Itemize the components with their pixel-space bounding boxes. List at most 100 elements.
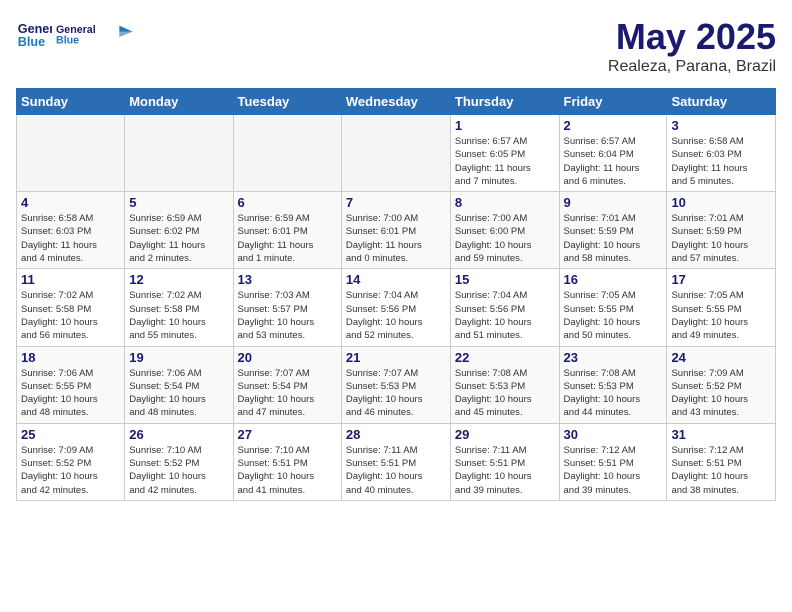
day-number: 1 bbox=[455, 118, 555, 133]
day-info: Sunrise: 7:08 AM Sunset: 5:53 PM Dayligh… bbox=[564, 367, 663, 420]
calendar-cell: 17 Sunrise: 7:05 AM Sunset: 5:55 PM Dayli… bbox=[667, 269, 776, 346]
day-number: 14 bbox=[346, 272, 446, 287]
day-info: Sunrise: 7:07 AM Sunset: 5:53 PM Dayligh… bbox=[346, 367, 446, 420]
day-info: Sunrise: 7:00 AM Sunset: 6:01 PM Dayligh… bbox=[346, 212, 446, 265]
calendar-cell: 15 Sunrise: 7:04 AM Sunset: 5:56 PM Dayli… bbox=[450, 269, 559, 346]
location: Realeza, Parana, Brazil bbox=[608, 58, 776, 76]
weekday-header-monday: Monday bbox=[125, 89, 233, 115]
calendar-cell: 13 Sunrise: 7:03 AM Sunset: 5:57 PM Dayli… bbox=[233, 269, 341, 346]
day-info: Sunrise: 6:59 AM Sunset: 6:02 PM Dayligh… bbox=[129, 212, 228, 265]
day-info: Sunrise: 7:05 AM Sunset: 5:55 PM Dayligh… bbox=[564, 289, 663, 342]
day-info: Sunrise: 7:06 AM Sunset: 5:54 PM Dayligh… bbox=[129, 367, 228, 420]
weekday-header-sunday: Sunday bbox=[17, 89, 125, 115]
day-info: Sunrise: 7:02 AM Sunset: 5:58 PM Dayligh… bbox=[21, 289, 120, 342]
calendar-cell: 16 Sunrise: 7:05 AM Sunset: 5:55 PM Dayli… bbox=[559, 269, 667, 346]
svg-text:Blue: Blue bbox=[18, 35, 45, 49]
day-number: 19 bbox=[129, 350, 228, 365]
day-number: 21 bbox=[346, 350, 446, 365]
day-number: 3 bbox=[671, 118, 771, 133]
calendar-cell: 3 Sunrise: 6:58 AM Sunset: 6:03 PM Daylig… bbox=[667, 115, 776, 192]
day-info: Sunrise: 6:58 AM Sunset: 6:03 PM Dayligh… bbox=[671, 135, 771, 188]
calendar-cell: 8 Sunrise: 7:00 AM Sunset: 6:00 PM Daylig… bbox=[450, 192, 559, 269]
day-info: Sunrise: 7:00 AM Sunset: 6:00 PM Dayligh… bbox=[455, 212, 555, 265]
day-info: Sunrise: 7:02 AM Sunset: 5:58 PM Dayligh… bbox=[129, 289, 228, 342]
day-number: 22 bbox=[455, 350, 555, 365]
day-info: Sunrise: 7:09 AM Sunset: 5:52 PM Dayligh… bbox=[21, 444, 120, 497]
day-number: 7 bbox=[346, 195, 446, 210]
day-number: 23 bbox=[564, 350, 663, 365]
calendar-cell: 23 Sunrise: 7:08 AM Sunset: 5:53 PM Dayli… bbox=[559, 346, 667, 423]
calendar-cell: 9Sunrise: 7:01 AM Sunset: 5:59 PM Daylig… bbox=[559, 192, 667, 269]
day-number: 16 bbox=[564, 272, 663, 287]
day-number: 15 bbox=[455, 272, 555, 287]
weekday-header-saturday: Saturday bbox=[667, 89, 776, 115]
day-number: 28 bbox=[346, 427, 446, 442]
calendar-cell: 31 Sunrise: 7:12 AM Sunset: 5:51 PM Dayli… bbox=[667, 423, 776, 500]
calendar-week-3: 11 Sunrise: 7:02 AM Sunset: 5:58 PM Dayli… bbox=[17, 269, 776, 346]
day-number: 12 bbox=[129, 272, 228, 287]
calendar-cell: 29 Sunrise: 7:11 AM Sunset: 5:51 PM Dayli… bbox=[450, 423, 559, 500]
day-number: 27 bbox=[238, 427, 337, 442]
day-info: Sunrise: 7:12 AM Sunset: 5:51 PM Dayligh… bbox=[564, 444, 663, 497]
day-number: 25 bbox=[21, 427, 120, 442]
day-info: Sunrise: 7:10 AM Sunset: 5:52 PM Dayligh… bbox=[129, 444, 228, 497]
weekday-header-row: SundayMondayTuesdayWednesdayThursdayFrid… bbox=[17, 89, 776, 115]
day-info: Sunrise: 7:03 AM Sunset: 5:57 PM Dayligh… bbox=[238, 289, 337, 342]
day-info: Sunrise: 7:11 AM Sunset: 5:51 PM Dayligh… bbox=[455, 444, 555, 497]
day-number: 29 bbox=[455, 427, 555, 442]
calendar-cell: 26 Sunrise: 7:10 AM Sunset: 5:52 PM Dayli… bbox=[125, 423, 233, 500]
calendar-cell: 11 Sunrise: 7:02 AM Sunset: 5:58 PM Dayli… bbox=[17, 269, 125, 346]
day-info: Sunrise: 6:59 AM Sunset: 6:01 PM Dayligh… bbox=[238, 212, 337, 265]
calendar-cell: 4Sunrise: 6:58 AM Sunset: 6:03 PM Daylig… bbox=[17, 192, 125, 269]
calendar-cell: 20Sunrise: 7:07 AM Sunset: 5:54 PM Dayli… bbox=[233, 346, 341, 423]
day-info: Sunrise: 7:04 AM Sunset: 5:56 PM Dayligh… bbox=[346, 289, 446, 342]
day-info: Sunrise: 7:05 AM Sunset: 5:55 PM Dayligh… bbox=[671, 289, 771, 342]
day-info: Sunrise: 6:57 AM Sunset: 6:05 PM Dayligh… bbox=[455, 135, 555, 188]
day-info: Sunrise: 7:11 AM Sunset: 5:51 PM Dayligh… bbox=[346, 444, 446, 497]
day-info: Sunrise: 7:07 AM Sunset: 5:54 PM Dayligh… bbox=[238, 367, 337, 420]
calendar-week-2: 4Sunrise: 6:58 AM Sunset: 6:03 PM Daylig… bbox=[17, 192, 776, 269]
day-number: 26 bbox=[129, 427, 228, 442]
calendar-cell: 28 Sunrise: 7:11 AM Sunset: 5:51 PM Dayli… bbox=[341, 423, 450, 500]
calendar-cell bbox=[233, 115, 341, 192]
day-number: 5 bbox=[129, 195, 228, 210]
day-info: Sunrise: 7:06 AM Sunset: 5:55 PM Dayligh… bbox=[21, 367, 120, 420]
month-title: May 2025 bbox=[608, 16, 776, 58]
day-number: 2 bbox=[564, 118, 663, 133]
calendar-week-5: 25 Sunrise: 7:09 AM Sunset: 5:52 PM Dayli… bbox=[17, 423, 776, 500]
calendar-cell: 2 Sunrise: 6:57 AM Sunset: 6:04 PM Daylig… bbox=[559, 115, 667, 192]
day-number: 24 bbox=[671, 350, 771, 365]
title-area: May 2025 Realeza, Parana, Brazil bbox=[608, 16, 776, 76]
calendar-cell: 1 Sunrise: 6:57 AM Sunset: 6:05 PM Daylig… bbox=[450, 115, 559, 192]
day-info: Sunrise: 7:10 AM Sunset: 5:51 PM Dayligh… bbox=[238, 444, 337, 497]
calendar-cell: 19 Sunrise: 7:06 AM Sunset: 5:54 PM Dayli… bbox=[125, 346, 233, 423]
day-info: Sunrise: 7:01 AM Sunset: 5:59 PM Dayligh… bbox=[671, 212, 771, 265]
calendar-cell: 6 Sunrise: 6:59 AM Sunset: 6:01 PM Daylig… bbox=[233, 192, 341, 269]
calendar-week-1: 1 Sunrise: 6:57 AM Sunset: 6:05 PM Daylig… bbox=[17, 115, 776, 192]
day-number: 30 bbox=[564, 427, 663, 442]
calendar-cell: 24Sunrise: 7:09 AM Sunset: 5:52 PM Dayli… bbox=[667, 346, 776, 423]
calendar-cell: 7 Sunrise: 7:00 AM Sunset: 6:01 PM Daylig… bbox=[341, 192, 450, 269]
day-info: Sunrise: 6:57 AM Sunset: 6:04 PM Dayligh… bbox=[564, 135, 663, 188]
day-number: 13 bbox=[238, 272, 337, 287]
day-info: Sunrise: 6:58 AM Sunset: 6:03 PM Dayligh… bbox=[21, 212, 120, 265]
weekday-header-tuesday: Tuesday bbox=[233, 89, 341, 115]
calendar-cell bbox=[341, 115, 450, 192]
day-number: 9 bbox=[564, 195, 663, 210]
day-number: 18 bbox=[21, 350, 120, 365]
calendar-week-4: 18 Sunrise: 7:06 AM Sunset: 5:55 PM Dayli… bbox=[17, 346, 776, 423]
day-number: 8 bbox=[455, 195, 555, 210]
calendar-cell: 21 Sunrise: 7:07 AM Sunset: 5:53 PM Dayli… bbox=[341, 346, 450, 423]
day-number: 17 bbox=[671, 272, 771, 287]
day-info: Sunrise: 7:04 AM Sunset: 5:56 PM Dayligh… bbox=[455, 289, 555, 342]
day-number: 31 bbox=[671, 427, 771, 442]
logo: General Blue General Blue bbox=[16, 16, 136, 54]
day-number: 11 bbox=[21, 272, 120, 287]
weekday-header-thursday: Thursday bbox=[450, 89, 559, 115]
calendar-cell: 18 Sunrise: 7:06 AM Sunset: 5:55 PM Dayli… bbox=[17, 346, 125, 423]
day-number: 6 bbox=[238, 195, 337, 210]
day-info: Sunrise: 7:12 AM Sunset: 5:51 PM Dayligh… bbox=[671, 444, 771, 497]
day-info: Sunrise: 7:08 AM Sunset: 5:53 PM Dayligh… bbox=[455, 367, 555, 420]
page-header: General Blue General Blue May 2025 Reale… bbox=[16, 16, 776, 76]
weekday-header-wednesday: Wednesday bbox=[341, 89, 450, 115]
